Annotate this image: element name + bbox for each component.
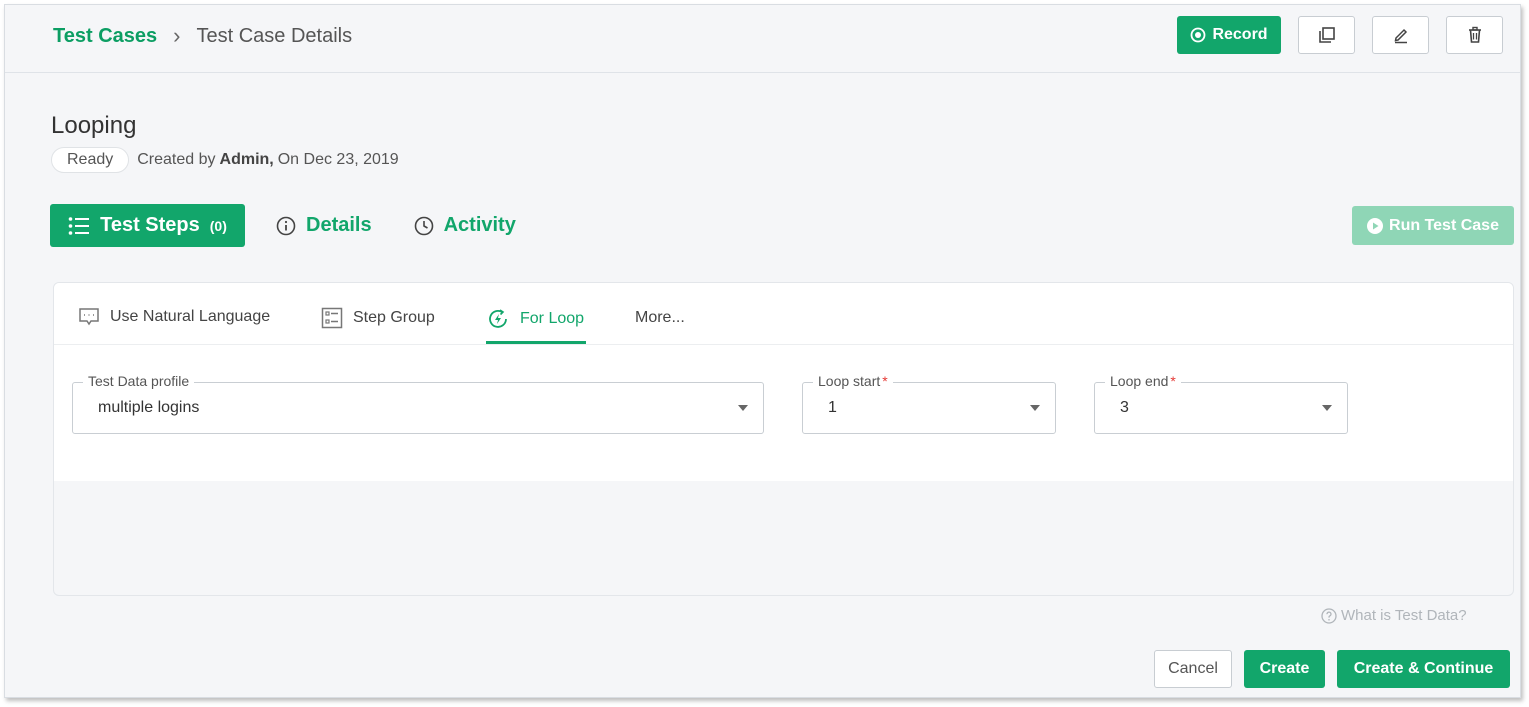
run-test-case-button[interactable]: Run Test Case bbox=[1352, 206, 1514, 245]
edit-icon bbox=[1394, 28, 1407, 44]
test-case-meta: Ready Created by Admin, On Dec 23, 2019 bbox=[51, 147, 399, 173]
page-title: Looping bbox=[51, 112, 137, 139]
delete-button[interactable] bbox=[1446, 16, 1503, 54]
subtab-natural-language[interactable]: Use Natural Language bbox=[78, 307, 270, 327]
step-editor-card: Use Natural Language Step Group For Loop… bbox=[53, 282, 1514, 596]
clock-icon bbox=[414, 216, 433, 235]
info-icon bbox=[276, 216, 296, 235]
create-button[interactable]: Create bbox=[1244, 650, 1325, 688]
test-data-profile-label: Test Data profile bbox=[83, 373, 195, 389]
tab-test-steps-label: Test Steps bbox=[100, 214, 200, 236]
step-editor-panel: Use Natural Language Step Group For Loop… bbox=[54, 283, 1513, 481]
play-icon bbox=[1367, 217, 1384, 234]
loop-end-value: 3 bbox=[1120, 399, 1129, 416]
subtab-step-group[interactable]: Step Group bbox=[321, 307, 435, 329]
tab-details-label: Details bbox=[306, 214, 372, 236]
subtab-more[interactable]: More... bbox=[635, 309, 685, 327]
test-data-help-label: What is Test Data? bbox=[1341, 607, 1467, 624]
loop-start-select[interactable]: Loop start * 1 bbox=[802, 373, 1056, 434]
step-type-tabs: Use Natural Language Step Group For Loop… bbox=[54, 283, 1513, 345]
copy-icon bbox=[1318, 27, 1335, 43]
subtab-step-group-label: Step Group bbox=[353, 309, 435, 326]
caret-down-icon bbox=[1030, 405, 1040, 411]
run-test-case-label: Run Test Case bbox=[1389, 216, 1499, 234]
chat-icon bbox=[79, 308, 99, 326]
app-window: Test Cases › Test Case Details Record Lo… bbox=[4, 4, 1521, 698]
breadcrumb: Test Cases › Test Case Details bbox=[53, 23, 352, 49]
copy-button[interactable] bbox=[1298, 16, 1355, 54]
page-header: Test Cases › Test Case Details Record bbox=[5, 5, 1520, 73]
loop-start-value: 1 bbox=[828, 399, 837, 416]
active-tab-indicator bbox=[486, 341, 586, 344]
edit-button[interactable] bbox=[1372, 16, 1429, 54]
subtab-more-label: More... bbox=[635, 309, 685, 326]
record-button[interactable]: Record bbox=[1177, 16, 1281, 54]
author-name: Admin, bbox=[219, 151, 274, 168]
test-data-profile-value: multiple logins bbox=[98, 399, 200, 416]
loop-start-label: Loop start * bbox=[813, 373, 893, 389]
form-footer: Cancel Create Create & Continue bbox=[1154, 650, 1510, 688]
breadcrumb-test-cases-link[interactable]: Test Cases bbox=[53, 25, 157, 48]
trash-icon bbox=[1468, 26, 1481, 43]
record-label: Record bbox=[1212, 26, 1268, 43]
cancel-button[interactable]: Cancel bbox=[1154, 650, 1232, 688]
create-continue-button[interactable]: Create & Continue bbox=[1337, 650, 1510, 688]
loop-end-select[interactable]: Loop end * 3 bbox=[1094, 373, 1348, 434]
tab-test-steps-count: (0) bbox=[209, 217, 227, 234]
header-actions: Record bbox=[1177, 16, 1503, 54]
subtab-natural-language-label: Use Natural Language bbox=[110, 308, 271, 325]
created-prefix: Created by bbox=[137, 151, 216, 168]
tab-test-steps[interactable]: Test Steps (0) bbox=[50, 204, 245, 247]
caret-down-icon bbox=[738, 405, 748, 411]
status-badge: Ready bbox=[51, 147, 130, 173]
loop-end-label: Loop end * bbox=[1105, 373, 1181, 389]
question-icon bbox=[1321, 607, 1337, 624]
main-tabs: Test Steps (0) Details Activity bbox=[50, 204, 522, 247]
tab-details[interactable]: Details bbox=[270, 214, 378, 237]
chevron-right-icon: › bbox=[173, 23, 181, 48]
breadcrumb-current: Test Case Details bbox=[196, 24, 353, 47]
list-icon bbox=[68, 216, 90, 235]
record-icon bbox=[1191, 27, 1206, 43]
tab-activity-label: Activity bbox=[443, 214, 516, 236]
subtab-for-loop-label: For Loop bbox=[520, 310, 585, 327]
test-data-help-link[interactable]: What is Test Data? bbox=[1321, 607, 1467, 624]
subtab-for-loop[interactable]: For Loop bbox=[486, 307, 584, 331]
step-group-icon bbox=[321, 307, 343, 329]
loop-icon bbox=[489, 309, 507, 328]
tab-activity[interactable]: Activity bbox=[408, 214, 522, 237]
caret-down-icon bbox=[1322, 405, 1332, 411]
test-data-profile-select[interactable]: Test Data profile multiple logins bbox=[72, 373, 764, 434]
created-date: On Dec 23, 2019 bbox=[277, 151, 399, 168]
